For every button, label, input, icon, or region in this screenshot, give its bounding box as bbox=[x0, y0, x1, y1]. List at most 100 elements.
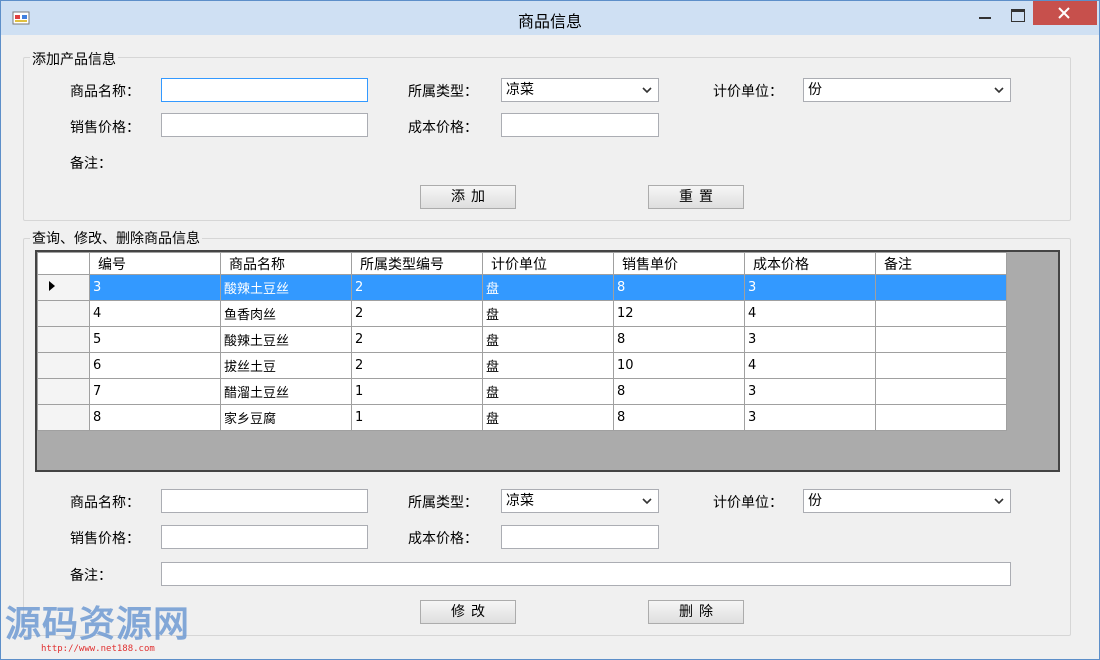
edit-price-input[interactable] bbox=[161, 525, 368, 549]
edit-type-select[interactable]: 凉菜 bbox=[501, 489, 659, 513]
table-cell[interactable]: 2 bbox=[351, 326, 483, 353]
chevron-down-icon bbox=[994, 87, 1004, 94]
table-row[interactable]: 3 酸辣土豆丝 2 盘 8 3 bbox=[37, 274, 1007, 301]
table-cell[interactable]: 8 bbox=[613, 326, 745, 353]
table-cell[interactable]: 3 bbox=[744, 378, 876, 405]
column-header-id[interactable]: 编号 bbox=[89, 252, 221, 275]
query-product-group-legend: 查询、修改、删除商品信息 bbox=[30, 228, 202, 248]
table-cell[interactable]: 盘 bbox=[482, 352, 614, 379]
table-cell[interactable]: 8 bbox=[89, 404, 221, 431]
row-header[interactable] bbox=[37, 326, 90, 353]
table-cell[interactable]: 2 bbox=[351, 274, 483, 301]
edit-cost-label: 成本价格： bbox=[408, 531, 478, 547]
table-cell[interactable]: 盘 bbox=[482, 378, 614, 405]
table-cell[interactable]: 盘 bbox=[482, 274, 614, 301]
table-row[interactable]: 7 醋溜土豆丝 1 盘 8 3 bbox=[37, 378, 1007, 405]
chevron-down-icon bbox=[642, 87, 652, 94]
add-remark-label: 备注： bbox=[70, 156, 112, 172]
edit-unit-selected: 份 bbox=[808, 493, 822, 509]
table-cell[interactable]: 1 bbox=[351, 404, 483, 431]
form-client-area: 添加产品信息 商品名称： 所属类型： 凉菜 计价单位： 份 销售价格： 成本价格… bbox=[8, 35, 1092, 655]
table-cell[interactable]: 家乡豆腐 bbox=[220, 404, 352, 431]
table-row[interactable]: 8 家乡豆腐 1 盘 8 3 bbox=[37, 404, 1007, 431]
add-cost-input[interactable] bbox=[501, 113, 659, 137]
table-cell[interactable]: 10 bbox=[613, 352, 745, 379]
table-cell[interactable]: 8 bbox=[613, 404, 745, 431]
edit-name-input[interactable] bbox=[161, 489, 368, 513]
table-cell[interactable]: 3 bbox=[744, 404, 876, 431]
table-cell[interactable]: 酸辣土豆丝 bbox=[220, 274, 352, 301]
add-unit-selected: 份 bbox=[808, 82, 822, 98]
row-header[interactable] bbox=[37, 378, 90, 405]
table-cell[interactable]: 4 bbox=[744, 352, 876, 379]
product-data-grid[interactable]: 编号 商品名称 所属类型编号 计价单位 销售单价 成本价格 备注 3 酸辣土豆丝 bbox=[35, 250, 1060, 472]
table-cell[interactable]: 1 bbox=[351, 378, 483, 405]
table-cell[interactable]: 4 bbox=[744, 300, 876, 327]
close-icon bbox=[1058, 7, 1070, 19]
add-price-label: 销售价格： bbox=[70, 120, 140, 136]
close-button[interactable] bbox=[1033, 1, 1097, 25]
table-row[interactable]: 5 酸辣土豆丝 2 盘 8 3 bbox=[37, 326, 1007, 353]
row-header[interactable] bbox=[37, 352, 90, 379]
title-bar[interactable]: 商品信息 bbox=[1, 1, 1099, 35]
table-cell[interactable]: 拔丝土豆 bbox=[220, 352, 352, 379]
table-row[interactable]: 6 拔丝土豆 2 盘 10 4 bbox=[37, 352, 1007, 379]
table-cell[interactable]: 8 bbox=[613, 378, 745, 405]
table-cell[interactable]: 醋溜土豆丝 bbox=[220, 378, 352, 405]
add-unit-select[interactable]: 份 bbox=[803, 78, 1011, 102]
table-cell[interactable]: 3 bbox=[89, 274, 221, 301]
edit-remark-label: 备注： bbox=[70, 568, 112, 584]
edit-remark-input[interactable] bbox=[161, 562, 1011, 586]
table-cell[interactable]: 5 bbox=[89, 326, 221, 353]
add-price-input[interactable] bbox=[161, 113, 368, 137]
table-cell[interactable] bbox=[875, 404, 1007, 431]
table-cell[interactable]: 7 bbox=[89, 378, 221, 405]
table-cell[interactable]: 酸辣土豆丝 bbox=[220, 326, 352, 353]
column-header-sale-price[interactable]: 销售单价 bbox=[613, 252, 745, 275]
add-unit-label: 计价单位： bbox=[713, 84, 783, 100]
reset-button[interactable]: 重置 bbox=[648, 185, 744, 209]
add-name-input[interactable] bbox=[161, 78, 368, 102]
table-cell[interactable] bbox=[875, 274, 1007, 301]
edit-type-label: 所属类型： bbox=[408, 495, 478, 511]
column-header-remark[interactable]: 备注 bbox=[875, 252, 1007, 275]
column-header-unit[interactable]: 计价单位 bbox=[482, 252, 614, 275]
row-header-corner bbox=[37, 252, 90, 275]
row-header[interactable] bbox=[37, 300, 90, 327]
edit-unit-select[interactable]: 份 bbox=[803, 489, 1011, 513]
table-cell[interactable]: 6 bbox=[89, 352, 221, 379]
product-table: 编号 商品名称 所属类型编号 计价单位 销售单价 成本价格 备注 3 酸辣土豆丝 bbox=[37, 252, 1007, 431]
add-type-selected: 凉菜 bbox=[506, 82, 534, 98]
table-cell[interactable] bbox=[875, 300, 1007, 327]
row-header[interactable] bbox=[37, 274, 90, 301]
column-header-type-id[interactable]: 所属类型编号 bbox=[351, 252, 483, 275]
modify-button[interactable]: 修改 bbox=[420, 600, 516, 624]
table-cell[interactable]: 盘 bbox=[482, 326, 614, 353]
row-header[interactable] bbox=[37, 404, 90, 431]
add-type-label: 所属类型： bbox=[408, 84, 478, 100]
table-cell[interactable]: 2 bbox=[351, 352, 483, 379]
edit-type-selected: 凉菜 bbox=[506, 493, 534, 509]
edit-unit-label: 计价单位： bbox=[713, 495, 783, 511]
add-type-select[interactable]: 凉菜 bbox=[501, 78, 659, 102]
table-cell[interactable]: 盘 bbox=[482, 300, 614, 327]
table-cell[interactable]: 2 bbox=[351, 300, 483, 327]
table-cell[interactable]: 4 bbox=[89, 300, 221, 327]
column-header-name[interactable]: 商品名称 bbox=[220, 252, 352, 275]
delete-button[interactable]: 删除 bbox=[648, 600, 744, 624]
table-cell[interactable]: 3 bbox=[744, 326, 876, 353]
table-cell[interactable] bbox=[875, 326, 1007, 353]
table-cell[interactable] bbox=[875, 352, 1007, 379]
table-cell[interactable] bbox=[875, 378, 1007, 405]
column-header-cost-price[interactable]: 成本价格 bbox=[744, 252, 876, 275]
window-title: 商品信息 bbox=[517, 12, 582, 31]
table-header-row: 编号 商品名称 所属类型编号 计价单位 销售单价 成本价格 备注 bbox=[37, 252, 1007, 275]
edit-cost-input[interactable] bbox=[501, 525, 659, 549]
table-cell[interactable]: 8 bbox=[613, 274, 745, 301]
table-cell[interactable]: 3 bbox=[744, 274, 876, 301]
table-cell[interactable]: 12 bbox=[613, 300, 745, 327]
table-row[interactable]: 4 鱼香肉丝 2 盘 12 4 bbox=[37, 300, 1007, 327]
table-cell[interactable]: 盘 bbox=[482, 404, 614, 431]
add-button[interactable]: 添加 bbox=[420, 185, 516, 209]
table-cell[interactable]: 鱼香肉丝 bbox=[220, 300, 352, 327]
